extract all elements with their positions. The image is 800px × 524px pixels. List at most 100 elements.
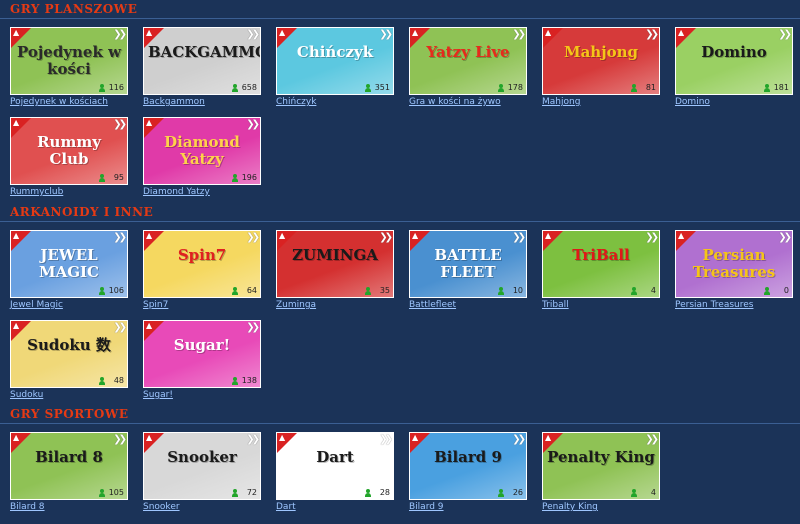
game-thumbnail[interactable]: Mahjong ▲ ❯❯ 81 — [542, 27, 660, 95]
game-thumbnail[interactable]: Persian Treasures ▲ ❯❯ 0 — [675, 230, 793, 298]
game-tile[interactable]: Bilard 8 ▲ ❯❯ 105 Bilard 8 — [10, 432, 128, 516]
game-tile[interactable]: ZUMINGA ▲ ❯❯ 35 Zuminga — [276, 230, 394, 314]
game-thumbnail[interactable]: BACKGAMMON ▲ ❯❯ 658 — [143, 27, 261, 95]
game-thumbnail[interactable]: JEWEL MAGIC ▲ ❯❯ 106 — [10, 230, 128, 298]
game-title-link[interactable]: Triball — [542, 300, 672, 310]
game-thumbnail[interactable]: Domino ▲ ❯❯ 181 — [675, 27, 793, 95]
play-arrows-icon[interactable]: ❯❯ — [379, 233, 393, 243]
game-thumbnail[interactable]: Penalty King ▲ ❯❯ 4 — [542, 432, 660, 500]
players-count: 10 — [512, 286, 523, 295]
flag-icon: ▲ — [545, 231, 552, 240]
game-title-link[interactable]: Persian Treasures — [675, 300, 800, 310]
game-tile[interactable]: TriBall ▲ ❯❯ 4 Triball — [542, 230, 660, 314]
game-tile[interactable]: Spin7 ▲ ❯❯ 64 Spin7 — [143, 230, 261, 314]
user-icon — [99, 377, 105, 385]
play-arrows-icon[interactable]: ❯❯ — [778, 233, 792, 243]
players-count: 28 — [379, 488, 390, 497]
game-title-link[interactable]: Chińczyk — [276, 97, 406, 107]
play-arrows-icon[interactable]: ❯❯ — [512, 30, 526, 40]
game-thumbnail[interactable]: Yatzy Live ▲ ❯❯ 178 — [409, 27, 527, 95]
game-thumbnail[interactable]: Dart ▲ ❯❯ 28 — [276, 432, 394, 500]
play-arrows-icon[interactable]: ❯❯ — [778, 30, 792, 40]
game-thumbnail[interactable]: Diamond Yatzy ▲ ❯❯ 196 — [143, 117, 261, 185]
user-icon — [232, 489, 238, 497]
game-tile[interactable]: Persian Treasures ▲ ❯❯ 0 Persian Treasures — [675, 230, 793, 314]
game-logo: Penalty King — [547, 448, 655, 466]
play-arrows-icon[interactable]: ❯❯ — [512, 435, 526, 445]
game-thumbnail[interactable]: Bilard 8 ▲ ❯❯ 105 — [10, 432, 128, 500]
game-title-link[interactable]: Gra w kości na żywo — [409, 97, 539, 107]
play-arrows-icon[interactable]: ❯❯ — [645, 233, 659, 243]
game-tile[interactable]: JEWEL MAGIC ▲ ❯❯ 106 Jewel Magic — [10, 230, 128, 314]
game-thumbnail[interactable]: Snooker ▲ ❯❯ 72 — [143, 432, 261, 500]
play-arrows-icon[interactable]: ❯❯ — [246, 435, 260, 445]
game-tile[interactable]: BATTLE FLEET ▲ ❯❯ 10 Battlefleet — [409, 230, 527, 314]
players-count: 351 — [374, 83, 390, 92]
game-tile[interactable]: Penalty King ▲ ❯❯ 4 Penalty King — [542, 432, 660, 516]
flag-icon: ▲ — [678, 231, 685, 240]
game-title-link[interactable]: Bilard 9 — [409, 502, 539, 512]
game-thumbnail[interactable]: ZUMINGA ▲ ❯❯ 35 — [276, 230, 394, 298]
section-header-arcanoids: ARKANOIDY I INNE — [0, 203, 800, 222]
game-title-link[interactable]: Bilard 8 — [10, 502, 140, 512]
game-tile[interactable]: Sugar! ▲ ❯❯ 138 Sugar! — [143, 320, 261, 404]
game-tile[interactable]: Domino ▲ ❯❯ 181 Domino — [675, 27, 793, 111]
game-tile[interactable]: Rummy Club ▲ ❯❯ 95 Rummyclub — [10, 117, 128, 201]
play-arrows-icon[interactable]: ❯❯ — [246, 233, 260, 243]
game-thumbnail[interactable]: Spin7 ▲ ❯❯ 64 — [143, 230, 261, 298]
game-tile[interactable]: Pojedynek w kości ▲ ❯❯ 116 Pojedynek w kości… — [10, 27, 128, 111]
game-thumbnail[interactable]: Sugar! ▲ ❯❯ 138 — [143, 320, 261, 388]
game-thumbnail[interactable]: TriBall ▲ ❯❯ 4 — [542, 230, 660, 298]
game-title-link[interactable]: Battlefleet — [409, 300, 539, 310]
game-tile[interactable]: Snooker ▲ ❯❯ 72 Snooker — [143, 432, 261, 516]
game-thumbnail[interactable]: Sudoku 数 ▲ ❯❯ 48 — [10, 320, 128, 388]
play-arrows-icon[interactable]: ❯❯ — [246, 120, 260, 130]
game-title-link[interactable]: Spin7 — [143, 300, 273, 310]
play-arrows-icon[interactable]: ❯❯ — [113, 30, 127, 40]
play-arrows-icon[interactable]: ❯❯ — [379, 30, 393, 40]
game-tile[interactable]: Mahjong ▲ ❯❯ 81 Mahjong — [542, 27, 660, 111]
flag-icon: ▲ — [146, 321, 153, 330]
game-logo: BACKGAMMON — [148, 43, 260, 61]
flag-icon: ▲ — [412, 433, 419, 442]
user-icon — [365, 287, 371, 295]
game-title-link[interactable]: Dart — [276, 502, 406, 512]
play-arrows-icon[interactable]: ❯❯ — [113, 323, 127, 333]
play-arrows-icon[interactable]: ❯❯ — [645, 435, 659, 445]
game-title-link[interactable]: Jewel Magic — [10, 300, 140, 310]
game-tile[interactable]: Sudoku 数 ▲ ❯❯ 48 Sudoku — [10, 320, 128, 404]
game-logo: Mahjong — [563, 43, 639, 61]
game-tile[interactable]: Dart ▲ ❯❯ 28 Dart — [276, 432, 394, 516]
play-arrows-icon[interactable]: ❯❯ — [246, 30, 260, 40]
play-arrows-icon[interactable]: ❯❯ — [113, 120, 127, 130]
play-arrows-icon[interactable]: ❯❯ — [379, 435, 393, 445]
game-thumbnail[interactable]: Chińczyk ▲ ❯❯ 351 — [276, 27, 394, 95]
play-arrows-icon[interactable]: ❯❯ — [113, 435, 127, 445]
game-title-link[interactable]: Mahjong — [542, 97, 672, 107]
user-icon — [365, 489, 371, 497]
game-title-link[interactable]: Rummyclub — [10, 187, 140, 197]
game-tile[interactable]: Chińczyk ▲ ❯❯ 351 Chińczyk — [276, 27, 394, 111]
game-tile[interactable]: Bilard 9 ▲ ❯❯ 26 Bilard 9 — [409, 432, 527, 516]
game-title-link[interactable]: Domino — [675, 97, 800, 107]
game-title-link[interactable]: Sugar! — [143, 390, 273, 400]
play-arrows-icon[interactable]: ❯❯ — [113, 233, 127, 243]
game-tile[interactable]: BACKGAMMON▲❯❯658Backgammon — [143, 27, 261, 111]
game-title-link[interactable]: Backgammon — [143, 97, 273, 107]
game-title-link[interactable]: Zuminga — [276, 300, 406, 310]
players-count: 106 — [108, 286, 124, 295]
play-arrows-icon[interactable]: ❯❯ — [645, 30, 659, 40]
game-tile[interactable]: Diamond Yatzy ▲ ❯❯ 196 Diamond Yatzy — [143, 117, 261, 201]
play-arrows-icon[interactable]: ❯❯ — [512, 233, 526, 243]
game-thumbnail[interactable]: Rummy Club ▲ ❯❯ 95 — [10, 117, 128, 185]
game-title-link[interactable]: Sudoku — [10, 390, 140, 400]
game-thumbnail[interactable]: Pojedynek w kości ▲ ❯❯ 116 — [10, 27, 128, 95]
play-arrows-icon[interactable]: ❯❯ — [246, 323, 260, 333]
game-tile[interactable]: Yatzy Live ▲ ❯❯ 178 Gra w kości na żywo — [409, 27, 527, 111]
game-thumbnail[interactable]: Bilard 9 ▲ ❯❯ 26 — [409, 432, 527, 500]
game-title-link[interactable]: Penalty King — [542, 502, 672, 512]
game-title-link[interactable]: Diamond Yatzy — [143, 187, 273, 197]
game-thumbnail[interactable]: BATTLE FLEET ▲ ❯❯ 10 — [409, 230, 527, 298]
game-title-link[interactable]: Pojedynek w kościach — [10, 97, 140, 107]
game-title-link[interactable]: Snooker — [143, 502, 273, 512]
